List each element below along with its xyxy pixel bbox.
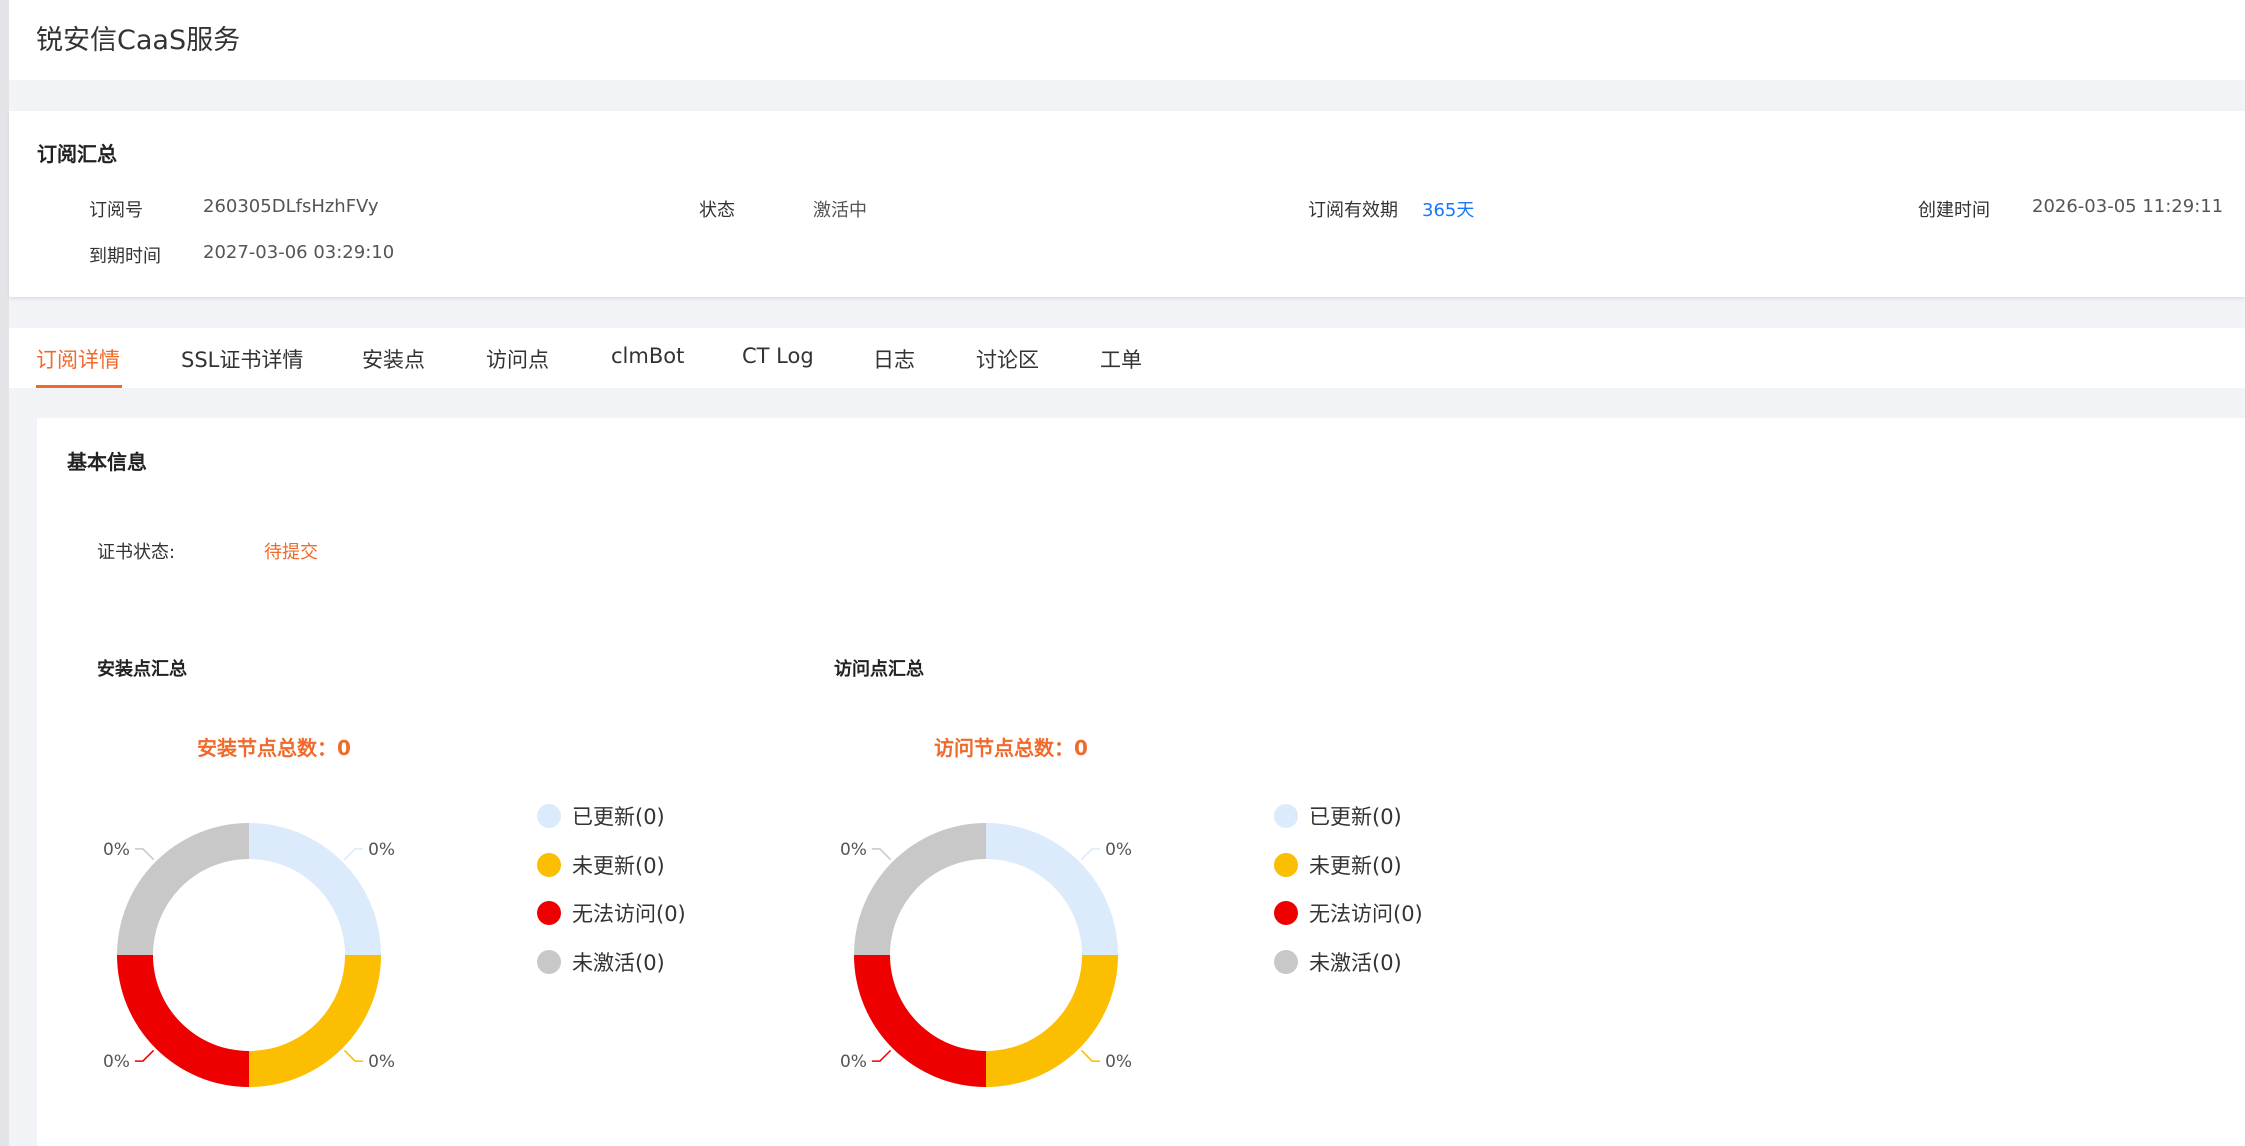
legend-dot [537, 901, 561, 926]
created-value: 2026-03-05 11:29:11 [2032, 196, 2224, 217]
summary-title: 订阅汇总 [37, 142, 117, 166]
donut-slice-not-updated[interactable] [986, 955, 1118, 1087]
basic-info-title: 基本信息 [67, 450, 147, 474]
access-donut-chart: 0% 0% 0% 0% [840, 823, 1132, 1087]
slice-percent-label: 0% [840, 1052, 867, 1072]
install-donut-chart: 0% 0% 0% 0% [103, 823, 395, 1087]
donut-slice-inactive[interactable] [854, 823, 986, 955]
legend-dot [537, 949, 561, 974]
legend-dot [1274, 901, 1298, 926]
tab-logs[interactable]: 日志 [873, 344, 915, 374]
install-legend: 已更新(0) 未更新(0) 无法访问(0) 未激活(0) [537, 792, 686, 986]
donut-slice-inactive[interactable] [117, 823, 249, 955]
legend-label: 已更新(0) [572, 805, 665, 830]
left-edge [0, 0, 9, 1146]
slice-label-line [871, 1049, 892, 1062]
order-no-label: 订阅号 [89, 200, 143, 221]
tab-ssl-cert-details[interactable]: SSL证书详情 [181, 344, 303, 374]
tab-tickets[interactable]: 工单 [1100, 344, 1142, 374]
slice-label-line [1080, 1049, 1101, 1062]
tab-access-points[interactable]: 访问点 [486, 344, 549, 374]
legend-item-updated[interactable]: 已更新(0) [1274, 792, 1423, 841]
tab-subscription-details[interactable]: 订阅详情 [36, 344, 120, 374]
access-total-subtitle: 访问节点总数：0 [934, 736, 1088, 760]
tab-discussion[interactable]: 讨论区 [976, 344, 1039, 374]
legend-item-unreachable[interactable]: 无法访问(0) [1274, 889, 1423, 938]
active-tab-indicator [36, 385, 122, 388]
app-title: 锐安信CaaS服务 [36, 25, 241, 56]
slice-label-line [343, 1049, 364, 1062]
status-value: 激活中 [813, 200, 867, 221]
access-legend: 已更新(0) 未更新(0) 无法访问(0) 未激活(0) [1274, 792, 1423, 986]
legend-dot [1274, 852, 1298, 877]
legend-dot [1274, 804, 1298, 829]
subscription-summary-panel: 订阅汇总 订阅号 260305DLfsHzhFVy 状态 激活中 订阅有效期 3… [9, 111, 2245, 297]
expiry-value: 2027-03-06 03:29:10 [203, 242, 395, 263]
legend-item-not-updated[interactable]: 未更新(0) [537, 841, 686, 890]
cert-status-value: 待提交 [264, 542, 318, 563]
validity-label: 订阅有效期 [1308, 200, 1398, 221]
legend-item-unreachable[interactable]: 无法访问(0) [537, 889, 686, 938]
slice-label-line [1080, 848, 1101, 861]
subscription-details-content: 基本信息 证书状态: 待提交 安装点汇总 安装节点总数：0 0% 0% 0% 0% 已… [37, 418, 2245, 1146]
legend-label: 未激活(0) [572, 950, 665, 975]
legend-item-updated[interactable]: 已更新(0) [537, 792, 686, 841]
slice-label-line [871, 848, 892, 861]
legend-dot [1274, 949, 1298, 974]
tab-bar: 订阅详情 SSL证书详情 安装点 访问点 clmBot CT Log 日志 讨论… [9, 328, 2245, 388]
legend-dot [537, 804, 561, 829]
slice-percent-label: 0% [1105, 1052, 1132, 1072]
expiry-label: 到期时间 [89, 246, 161, 267]
access-summary-title: 访问点汇总 [834, 659, 924, 680]
legend-label: 未更新(0) [572, 853, 665, 878]
cert-status-label: 证书状态: [97, 542, 176, 563]
order-no-value: 260305DLfsHzhFVy [203, 196, 379, 217]
slice-percent-label: 0% [368, 840, 395, 860]
slice-percent-label: 0% [1105, 840, 1132, 860]
donut-slice-updated[interactable] [986, 823, 1118, 955]
legend-item-inactive[interactable]: 未激活(0) [1274, 938, 1423, 987]
slice-percent-label: 0% [103, 840, 130, 860]
slice-percent-label: 0% [840, 840, 867, 860]
legend-dot [537, 852, 561, 877]
legend-item-inactive[interactable]: 未激活(0) [537, 938, 686, 987]
legend-label: 无法访问(0) [1309, 902, 1423, 927]
tab-ct-log[interactable]: CT Log [742, 344, 814, 368]
top-bar: 锐安信CaaS服务 [9, 0, 2245, 80]
slice-label-line [134, 848, 155, 861]
created-label: 创建时间 [1918, 200, 1990, 221]
legend-label: 无法访问(0) [572, 902, 686, 927]
slice-percent-label: 0% [103, 1052, 130, 1072]
tab-clmbot[interactable]: clmBot [611, 344, 684, 368]
legend-label: 未激活(0) [1309, 950, 1402, 975]
donut-slice-updated[interactable] [249, 823, 381, 955]
validity-value: 365天 [1422, 200, 1475, 221]
donut-slice-not-updated[interactable] [249, 955, 381, 1087]
tab-install-points[interactable]: 安装点 [362, 344, 425, 374]
slice-label-line [134, 1049, 155, 1062]
legend-item-not-updated[interactable]: 未更新(0) [1274, 841, 1423, 890]
donut-slice-unreachable[interactable] [854, 955, 986, 1087]
donut-slice-unreachable[interactable] [117, 955, 249, 1087]
legend-label: 已更新(0) [1309, 805, 1402, 830]
legend-label: 未更新(0) [1309, 853, 1402, 878]
install-total-subtitle: 安装节点总数：0 [197, 736, 351, 760]
slice-label-line [343, 848, 364, 861]
slice-percent-label: 0% [368, 1052, 395, 1072]
status-label: 状态 [699, 200, 735, 221]
install-summary-title: 安装点汇总 [97, 659, 187, 680]
